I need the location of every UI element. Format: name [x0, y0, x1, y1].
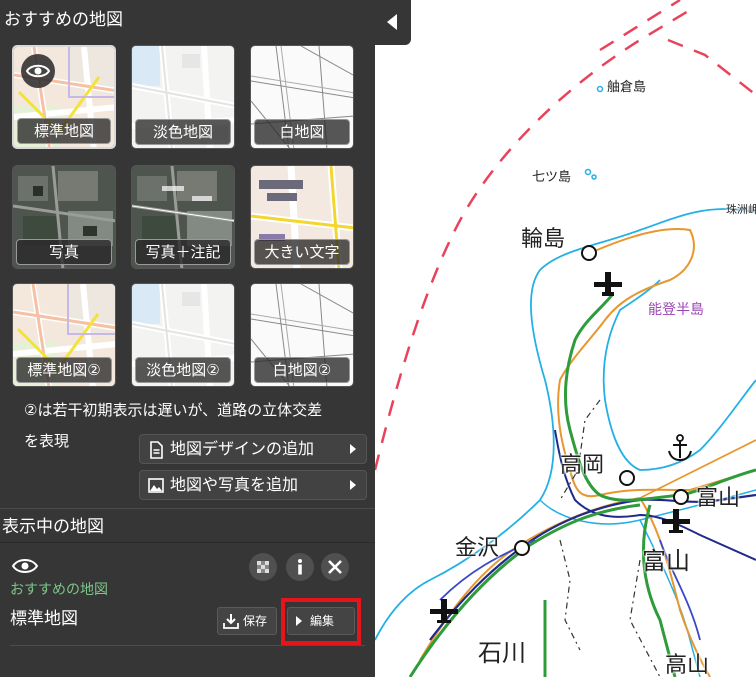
thumb-label: 淡色地図 — [135, 119, 231, 145]
panel-collapse-button[interactable] — [375, 0, 411, 45]
map-label-takayama: 高山 — [665, 653, 710, 678]
add-map-design-label: 地図デザインの追加 — [170, 439, 315, 458]
kanazawa-station — [514, 540, 530, 556]
thumb-label: 標準地図② — [16, 357, 112, 383]
note-line-2: を表現 — [24, 432, 70, 450]
thumb-photo-annotated[interactable]: 写真＋注記 — [131, 165, 235, 269]
chevron-right-icon — [296, 616, 302, 626]
layer-category: おすすめの地図 — [10, 582, 108, 598]
thumb-blank-map-2[interactable]: 白地図② — [250, 283, 354, 387]
map-selection-panel: おすすめの地図 標準地図 淡色地図 白地図 写真 写真＋注記 大きい文字 標準地… — [0, 0, 375, 677]
save-label: 保存 — [243, 614, 268, 628]
map-label-nanatsu: 七ツ島 — [532, 170, 572, 185]
displayed-section-title: 表示中の地図 — [2, 517, 104, 537]
layer-name: 標準地図 — [10, 609, 78, 629]
map-label-noto: 能登半島 — [648, 302, 704, 318]
thumb-label: 白地図② — [254, 357, 350, 383]
edit-label: 編集 — [310, 614, 335, 628]
thumb-label: 白地図 — [254, 119, 350, 145]
section-divider — [0, 508, 375, 509]
thumb-label: 写真＋注記 — [135, 239, 231, 265]
info-icon — [298, 559, 302, 575]
chevron-right-icon — [350, 480, 356, 490]
add-map-design-button[interactable]: 地図デザインの追加 — [139, 434, 367, 464]
thumb-label: 標準地図 — [17, 118, 111, 144]
map-label-ishikawa: 石川 — [478, 639, 526, 667]
remove-layer-button[interactable] — [321, 553, 349, 581]
info-button[interactable] — [286, 553, 314, 581]
map-label-suzu: 珠洲岬 — [726, 203, 756, 216]
thumb-pale-map-2[interactable]: 淡色地図② — [131, 283, 235, 387]
save-button[interactable]: 保存 — [217, 607, 277, 635]
eye-icon — [11, 559, 39, 573]
download-icon — [223, 614, 239, 629]
eye-icon[interactable] — [21, 54, 55, 88]
port-icon — [668, 434, 692, 462]
map-label-toyama-city: 富山 — [696, 486, 741, 511]
toyama-station — [673, 489, 689, 505]
map-label-takaoka: 高岡 — [560, 453, 605, 478]
map-label-wajima: 輪島 — [521, 227, 566, 252]
map-label-hegura: 舳倉島 — [607, 80, 647, 95]
nanatsu-island-2 — [591, 174, 597, 180]
thumb-label: 淡色地図② — [135, 357, 231, 383]
chevron-right-icon — [350, 444, 356, 454]
hegura-island — [596, 85, 604, 93]
thumb-standard-map[interactable]: 標準地図 — [12, 45, 116, 149]
section-divider — [0, 542, 375, 543]
chevron-left-icon — [387, 14, 397, 30]
thumb-label: 大きい文字 — [254, 239, 350, 265]
opacity-button[interactable] — [249, 553, 277, 581]
airport-icon — [430, 599, 458, 623]
layer-row-divider — [10, 645, 365, 646]
thumb-large-text[interactable]: 大きい文字 — [250, 165, 354, 269]
thumb-standard-map-2[interactable]: 標準地図② — [12, 283, 116, 387]
thumb-blank-map[interactable]: 白地図 — [250, 45, 354, 149]
wajima-station — [581, 245, 597, 261]
sea-boundary-line-3 — [667, 38, 756, 96]
coastline — [374, 208, 756, 641]
takaoka-station — [619, 470, 635, 486]
airport-icon — [594, 272, 622, 296]
map-label-kanazawa: 金沢 — [455, 536, 500, 561]
thumb-pale-map[interactable]: 淡色地図 — [131, 45, 235, 149]
add-map-photo-label: 地図や写真を追加 — [170, 475, 299, 494]
thumb-photo[interactable]: 写真 — [12, 165, 116, 269]
layer-visibility-toggle[interactable] — [10, 553, 40, 579]
edit-button[interactable]: 編集 — [287, 607, 355, 635]
note-line-1: ②は若干初期表示は遅いが、道路の立体交差 — [24, 401, 323, 419]
nanatsu-island-1 — [584, 168, 592, 176]
recommended-section-title: おすすめの地図 — [4, 10, 123, 30]
image-icon — [148, 478, 164, 493]
document-icon — [150, 441, 163, 459]
airport-icon — [662, 509, 690, 533]
sea-boundary-line-2 — [599, 0, 681, 52]
map-label-toyama-pref: 富山 — [642, 547, 690, 575]
add-map-photo-button[interactable]: 地図や写真を追加 — [139, 470, 367, 500]
thumb-label: 写真 — [16, 239, 112, 265]
checker-icon — [257, 561, 269, 573]
close-icon — [328, 560, 342, 574]
